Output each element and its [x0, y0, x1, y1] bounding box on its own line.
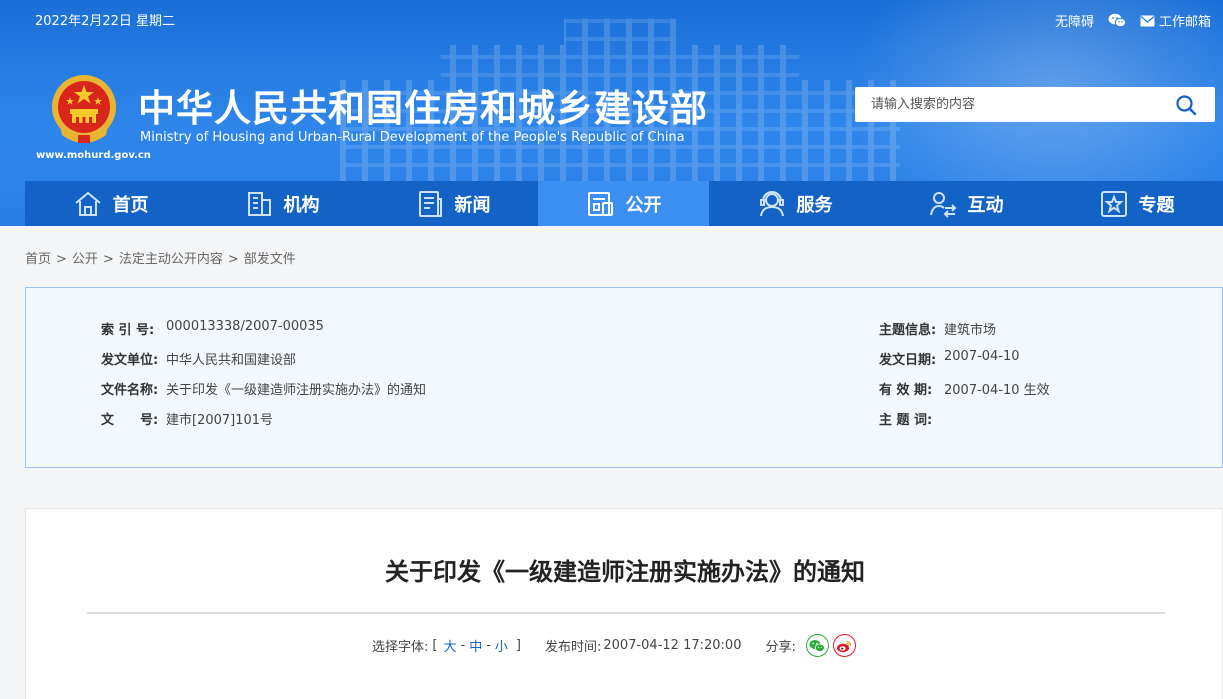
font-small-button[interactable]: 小	[495, 636, 508, 655]
search-box	[855, 87, 1215, 122]
tab-organization[interactable]: 机构	[196, 181, 367, 226]
search-icon[interactable]	[1175, 94, 1197, 116]
info-date-label: 发文日期:	[879, 353, 937, 368]
wechat-link[interactable]	[1108, 13, 1126, 28]
info-topic-label: 主题信息:	[879, 323, 937, 338]
building-icon	[247, 191, 271, 216]
tab-public-label: 公开	[625, 194, 662, 216]
publish-time-value: 2007-04-12 17:20:00	[603, 638, 742, 653]
topic-star-icon	[1100, 190, 1127, 217]
info-issuer-row: 发文单位: 中华人民共和国建设部	[101, 349, 296, 368]
tab-news-label: 新闻	[454, 194, 491, 216]
tab-service[interactable]: 服务	[709, 181, 880, 226]
breadcrumb: 首页 > 公开 > 法定主动公开内容 > 部发文件	[25, 252, 296, 267]
tab-interaction[interactable]: 互动	[880, 181, 1051, 226]
share-wechat-button[interactable]	[805, 634, 829, 657]
site-subtitle: Ministry of Housing and Urban-Rural Deve…	[140, 130, 685, 145]
current-date: 2022年2月22日 星期二	[35, 14, 176, 29]
weibo-icon	[837, 640, 852, 652]
tab-public[interactable]: 公开	[538, 181, 709, 226]
search-input[interactable]	[855, 87, 1155, 122]
topbar-links: 无障碍 工作邮箱	[1055, 11, 1211, 30]
info-validity-label: 有 效 期:	[879, 383, 933, 398]
interaction-icon	[929, 191, 956, 218]
mail-icon	[1140, 15, 1155, 26]
title-divider	[87, 612, 1165, 614]
info-docno-label: 文 号:	[101, 413, 159, 428]
article-meta: 选择字体: [ 大 - 中 - 小 ] 发布时间: 2007-04-12 17:…	[372, 634, 856, 657]
share-label: 分享:	[765, 640, 796, 655]
info-docno-value: 建市[2007]101号	[166, 413, 274, 428]
tab-topics-label: 专题	[1138, 194, 1175, 216]
article-panel: 关于印发《一级建造师注册实施办法》的通知 选择字体: [ 大 - 中 - 小 ]…	[25, 508, 1223, 699]
home-icon	[74, 191, 101, 216]
newspaper-icon	[418, 190, 442, 217]
info-docname-value: 关于印发《一级建造师注册实施办法》的通知	[166, 383, 427, 398]
tab-organization-label: 机构	[283, 194, 320, 216]
publish-time-label: 发布时间:	[545, 640, 602, 655]
info-topic-value: 建筑市场	[944, 323, 997, 338]
wechat-icon	[1108, 13, 1126, 28]
font-medium-button[interactable]: 中	[469, 636, 482, 655]
info-keywords-row: 主 题 词:	[879, 409, 944, 428]
info-date-value: 2007-04-10	[944, 349, 1020, 364]
national-emblem	[52, 75, 116, 143]
info-index-label: 索 引 号:	[101, 323, 155, 338]
article-title: 关于印发《一级建造师注册实施办法》的通知	[385, 558, 865, 586]
info-issuer-label: 发文单位:	[101, 353, 159, 368]
document-info-box: 索 引 号: 000013338/2007-00035 发文单位: 中华人民共和…	[25, 287, 1223, 468]
info-docname-label: 文件名称:	[101, 383, 159, 398]
tab-topics[interactable]: 专题	[1051, 181, 1222, 226]
tab-interaction-label: 互动	[967, 194, 1004, 216]
site-url: www.mohurd.gov.cn	[36, 150, 151, 161]
breadcrumb-public[interactable]: 公开	[72, 252, 98, 267]
public-docs-icon	[587, 191, 613, 216]
work-email-link[interactable]: 工作邮箱	[1140, 11, 1211, 30]
site-title[interactable]: 中华人民共和国住房和城乡建设部	[138, 78, 708, 132]
work-email-label: 工作邮箱	[1158, 15, 1211, 30]
info-validity-value: 2007-04-10 生效	[944, 383, 1050, 398]
wechat-icon	[809, 639, 826, 652]
info-topic-row: 主题信息: 建筑市场	[879, 319, 996, 338]
info-docno-row: 文 号: 建市[2007]101号	[101, 409, 273, 428]
breadcrumb-home[interactable]: 首页	[25, 252, 51, 267]
font-large-button[interactable]: 大	[443, 636, 456, 655]
main-nav: 首页 机构 新闻 公开 服务 互动 专题	[25, 181, 1223, 226]
font-size-label: 选择字体:	[372, 640, 429, 655]
info-issuer-value: 中华人民共和国建设部	[166, 353, 297, 368]
tab-home[interactable]: 首页	[25, 181, 196, 226]
breadcrumb-ministry-documents[interactable]: 部发文件	[244, 252, 296, 267]
info-docname-row: 文件名称: 关于印发《一级建造师注册实施办法》的通知	[101, 379, 426, 398]
tab-news[interactable]: 新闻	[367, 181, 538, 226]
accessibility-link[interactable]: 无障碍	[1055, 11, 1094, 30]
breadcrumb-statutory-disclosure[interactable]: 法定主动公开内容	[119, 252, 223, 267]
tab-home-label: 首页	[112, 194, 149, 216]
service-icon	[759, 190, 784, 216]
share-weibo-button[interactable]	[832, 634, 856, 657]
info-date-row: 发文日期: 2007-04-10	[879, 349, 1020, 368]
info-index-value: 000013338/2007-00035	[166, 319, 324, 334]
info-index-row: 索 引 号: 000013338/2007-00035	[101, 319, 324, 338]
info-validity-row: 有 效 期: 2007-04-10 生效	[879, 379, 1050, 398]
tab-service-label: 服务	[796, 194, 833, 216]
info-keywords-label: 主 题 词:	[879, 413, 933, 428]
